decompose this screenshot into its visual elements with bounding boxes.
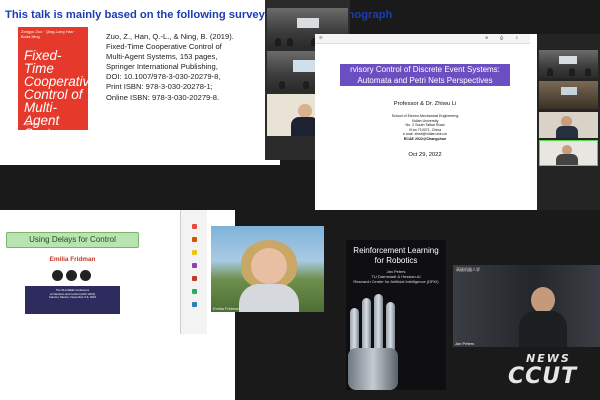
reference-line: Multi-Agent Systems, 153 pages, — [106, 52, 218, 62]
title-line-1: Reinforcement Learning — [353, 246, 439, 255]
video-tile-room-4[interactable] — [539, 81, 598, 109]
tools-icon[interactable] — [192, 289, 197, 294]
logo-icon — [80, 270, 91, 281]
banner-line-1: rvisory Control of Discrete Event System… — [350, 65, 500, 74]
book-authors: Zongyu Zuo · Qing-Long Han · Boda Ning — [21, 29, 76, 39]
screenshot-3: Using Delays for Control Emilia Fridman … — [0, 210, 207, 334]
video-tile-emilia[interactable]: Emilia Fridman — [211, 226, 324, 312]
slide-4-title: Reinforcement Learning for Robotics — [348, 246, 444, 266]
highlight-icon[interactable] — [192, 250, 197, 255]
export-icon[interactable] — [192, 276, 197, 281]
sign-icon[interactable] — [192, 302, 197, 307]
affiliation: School of Electro-Mechanical Engineering… — [340, 114, 510, 142]
conference-box: The 61st IEEE Conference on Decision and… — [25, 286, 120, 314]
slide-3-banner: Using Delays for Control — [6, 232, 139, 248]
reference-line: DOI: 10.1007/978-3-030-20279-8, — [106, 72, 221, 82]
reference-text: Zuo, Z., Han, Q.-L., & Ning, B. (2019). … — [106, 32, 266, 103]
robot-hand-image — [346, 290, 406, 390]
conf-line: Cancún, Mexico, December 6-9, 2022 — [48, 295, 97, 300]
affiliation-line: RCAE 2022@Changchun — [403, 136, 447, 141]
pdf-side-toolbar — [180, 210, 207, 334]
screenshot-4: Reinforcement Learning for Robotics Jan … — [346, 240, 446, 390]
video-tile-room-3[interactable] — [539, 50, 598, 78]
screenshot-2: ☰ ⊕ ⎙ ⇩ rvisory Control of Discrete Even… — [315, 34, 600, 210]
banner-line-2: Automata and Petri Nets Perspectives — [357, 76, 493, 85]
reference-line: Print ISBN: 978-3-030-20278-1; — [106, 82, 213, 92]
download-icon[interactable]: ⇩ — [515, 35, 518, 40]
logo-icon — [52, 270, 63, 281]
screenshot-1: This talk is mainly based on the followi… — [0, 0, 392, 160]
slide-4-author-block: Jan Peters TU Darmstadt & Hessian.AI Res… — [348, 269, 444, 284]
slide-2-banner: rvisory Control of Discrete Event System… — [340, 64, 510, 86]
author-affil: Research Center for Artificial Intellige… — [353, 279, 439, 284]
reference-line: Fixed-Time Cooperative Control of — [106, 42, 222, 52]
video-tile-jan-peters[interactable]: 高级机器人学 Jan Peters — [453, 265, 600, 347]
university-logos — [52, 270, 92, 282]
share-icon[interactable] — [192, 263, 197, 268]
video-tile-speaker-3[interactable] — [539, 140, 598, 166]
reference-line: Springer International Publishing, — [106, 62, 218, 72]
print-icon[interactable]: ⎙ — [500, 35, 503, 40]
video-tile-speaker-2[interactable] — [539, 112, 598, 138]
book-cover: Zongyu Zuo · Qing-Long Han · Boda Ning F… — [18, 27, 97, 140]
reference-line: Zuo, Z., Han, Q.-L., & Ning, B. (2019). — [106, 32, 234, 41]
edit-icon[interactable] — [192, 237, 197, 242]
menu-icon[interactable]: ☰ — [319, 35, 323, 40]
comment-icon[interactable] — [192, 224, 197, 229]
book-publisher: Springer — [24, 121, 40, 126]
video-strip-2 — [537, 34, 600, 210]
video-caption-jan: Jan Peters — [455, 341, 475, 346]
video-caption-emilia: Emilia Fridman — [213, 306, 240, 311]
zoom-icon[interactable]: ⊕ — [485, 35, 488, 40]
logo-icon — [66, 270, 77, 281]
news-ccut-watermark: NEWS CCUT — [508, 352, 596, 396]
video-header-text: 高级机器人学 — [456, 267, 480, 272]
reference-line: Online ISBN: 978-3-030-20279-8. — [106, 92, 220, 102]
pdf-toolbar: ☰ ⊕ ⎙ ⇩ — [315, 34, 530, 44]
speaker-name: Professor & Dr. Zhiwu Li — [393, 101, 457, 107]
watermark-bottom: CCUT — [508, 364, 578, 389]
slide-3-speaker: Emilia Fridman — [49, 256, 96, 263]
title-line-2: for Robotics — [374, 256, 418, 265]
talk-date: Oct 29, 2022 — [408, 152, 442, 158]
